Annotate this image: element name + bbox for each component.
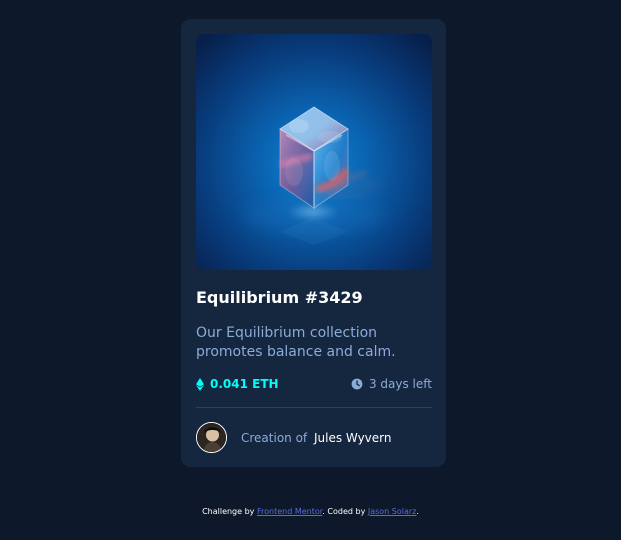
nft-title[interactable]: Equilibrium #3429 bbox=[196, 288, 363, 308]
creator-name-link[interactable]: Jules Wyvern bbox=[314, 431, 392, 445]
ethereum-icon bbox=[196, 377, 204, 391]
avatar bbox=[196, 422, 227, 453]
nft-stats: 0.041 ETH 3 days left bbox=[196, 375, 432, 393]
attribution: Challenge by Frontend Mentor. Coded by J… bbox=[0, 506, 621, 518]
nft-description: Our Equilibrium collection promotes bala… bbox=[196, 325, 396, 360]
clock-icon bbox=[351, 378, 363, 390]
time-left-display: 3 days left bbox=[351, 375, 432, 393]
nft-image[interactable] bbox=[196, 34, 432, 270]
attribution-prefix: Challenge by bbox=[202, 507, 255, 516]
page: Equilibrium #3429 Our Equilibrium collec… bbox=[0, 0, 621, 540]
creator-prefix: Creation of bbox=[241, 430, 308, 445]
attribution-suffix: . bbox=[416, 507, 419, 516]
creator-text: Creation of Jules Wyvern bbox=[241, 430, 391, 446]
attribution-middle: . Coded by bbox=[322, 507, 366, 516]
nft-card: Equilibrium #3429 Our Equilibrium collec… bbox=[181, 19, 446, 467]
card-divider bbox=[196, 407, 432, 408]
time-left-label: 3 days left bbox=[368, 377, 432, 391]
price-label: 0.041 ETH bbox=[210, 377, 279, 391]
author-link[interactable]: Jason Solarz bbox=[368, 507, 417, 516]
creator-row: Creation of Jules Wyvern bbox=[196, 421, 432, 454]
price-display: 0.041 ETH bbox=[196, 375, 279, 393]
frontend-mentor-link[interactable]: Frontend Mentor bbox=[257, 507, 322, 516]
